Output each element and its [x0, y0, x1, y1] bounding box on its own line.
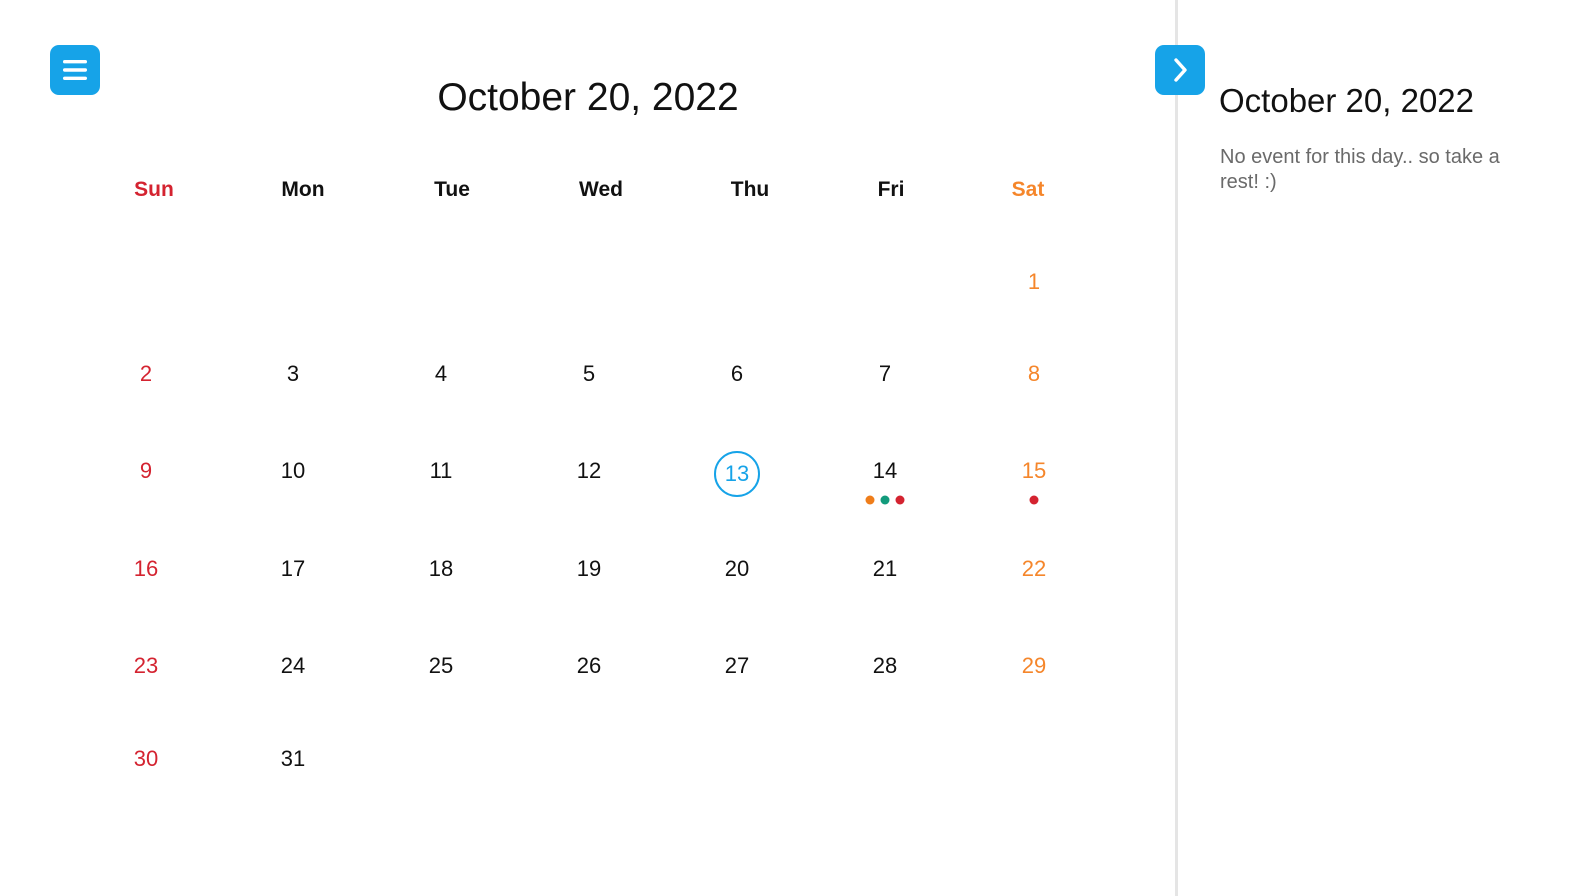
- weekday-header-mon: Mon: [281, 178, 325, 201]
- day-cell-9[interactable]: 9: [140, 458, 152, 484]
- event-dot: [895, 495, 905, 505]
- calendar-app: October 20, 2022 Sun Mon Tue Wed Thu Fri Sat 1 2…: [0, 0, 1580, 896]
- hamburger-icon: [63, 60, 87, 80]
- day-cell-10[interactable]: 10: [281, 458, 305, 484]
- no-event-message: No event for this day.. so take a rest! …: [1220, 146, 1500, 193]
- day-cell-24[interactable]: 24: [281, 653, 305, 679]
- day-cell-4[interactable]: 4: [435, 361, 447, 387]
- panel-divider: [1175, 0, 1178, 896]
- day-cell-7[interactable]: 7: [879, 361, 891, 387]
- chevron-right-icon: [1174, 58, 1187, 82]
- weekday-header-sun: Sun: [134, 178, 174, 201]
- day-cell-22[interactable]: 22: [1022, 556, 1046, 582]
- day-cell-3[interactable]: 3: [287, 361, 299, 387]
- day-cell-20[interactable]: 20: [725, 556, 749, 582]
- day-cell-14[interactable]: 14: [873, 458, 897, 484]
- day-cell-18[interactable]: 18: [429, 556, 453, 582]
- day-cell-31[interactable]: 31: [281, 746, 305, 772]
- day-cell-26[interactable]: 26: [577, 653, 601, 679]
- selected-date-title: October 20, 2022: [1219, 82, 1475, 119]
- day-cell-25[interactable]: 25: [429, 653, 453, 679]
- day-cell-8[interactable]: 8: [1028, 361, 1040, 387]
- day-cell-11[interactable]: 11: [430, 458, 453, 484]
- weekday-header-sat: Sat: [1011, 178, 1045, 201]
- day-cell-29[interactable]: 29: [1022, 653, 1046, 679]
- event-dot: [880, 495, 890, 505]
- menu-button[interactable]: [50, 45, 100, 95]
- day-cell-13[interactable]: 13: [714, 451, 760, 497]
- day-cell-6[interactable]: 6: [731, 361, 743, 387]
- day-cell-27[interactable]: 27: [725, 653, 749, 679]
- day-cell-21[interactable]: 21: [873, 556, 897, 582]
- day-cell-1[interactable]: 1: [1028, 269, 1040, 295]
- event-dot: [1029, 495, 1039, 505]
- weekday-header-fri: Fri: [877, 178, 905, 201]
- event-dot: [865, 495, 875, 505]
- day-cell-2[interactable]: 2: [140, 361, 152, 387]
- day-cell-15[interactable]: 15: [1022, 458, 1046, 484]
- day-cell-5[interactable]: 5: [583, 361, 595, 387]
- day-cell-28[interactable]: 28: [873, 653, 897, 679]
- day-cell-19[interactable]: 19: [577, 556, 601, 582]
- day-cell-17[interactable]: 17: [281, 556, 305, 582]
- weekday-header-wed: Wed: [579, 178, 623, 201]
- month-title: October 20, 2022: [437, 76, 739, 119]
- day-cell-30[interactable]: 30: [134, 746, 158, 772]
- day-cell-23[interactable]: 23: [134, 653, 158, 679]
- day-cell-16[interactable]: 16: [134, 556, 158, 582]
- day-cell-12[interactable]: 12: [577, 458, 601, 484]
- weekday-header-thu: Thu: [730, 178, 770, 201]
- weekday-header-tue: Tue: [434, 178, 470, 201]
- next-day-button[interactable]: [1155, 45, 1205, 95]
